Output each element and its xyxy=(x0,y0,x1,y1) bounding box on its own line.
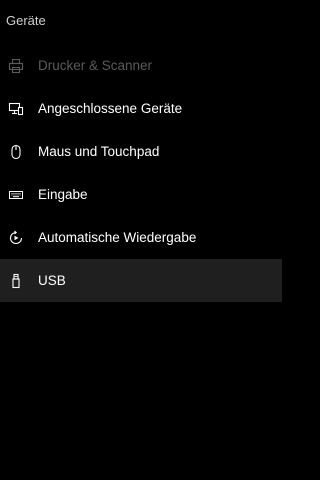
nav-item-autoplay[interactable]: Automatische Wiedergabe xyxy=(0,216,282,259)
section-title: Geräte xyxy=(6,13,46,28)
nav-item-label: Automatische Wiedergabe xyxy=(38,230,197,245)
nav-item-label: Angeschlossene Geräte xyxy=(38,101,183,116)
nav-item-label: USB xyxy=(38,273,66,288)
connected-devices-icon xyxy=(8,101,24,117)
nav-item-printers-scanners[interactable]: Drucker & Scanner xyxy=(0,44,282,87)
autoplay-icon xyxy=(8,230,24,246)
devices-nav: Drucker & Scanner Angeschlossene Geräte … xyxy=(0,44,282,302)
nav-item-usb[interactable]: USB xyxy=(0,259,282,302)
nav-item-typing[interactable]: Eingabe xyxy=(0,173,282,216)
nav-item-mouse-touchpad[interactable]: Maus und Touchpad xyxy=(0,130,282,173)
nav-item-connected-devices[interactable]: Angeschlossene Geräte xyxy=(0,87,282,130)
keyboard-icon xyxy=(8,187,24,203)
mouse-icon xyxy=(8,144,24,160)
nav-item-label: Maus und Touchpad xyxy=(38,144,160,159)
nav-item-label: Drucker & Scanner xyxy=(38,58,153,73)
printer-icon xyxy=(8,58,24,74)
nav-item-label: Eingabe xyxy=(38,187,88,202)
usb-icon xyxy=(8,273,24,289)
